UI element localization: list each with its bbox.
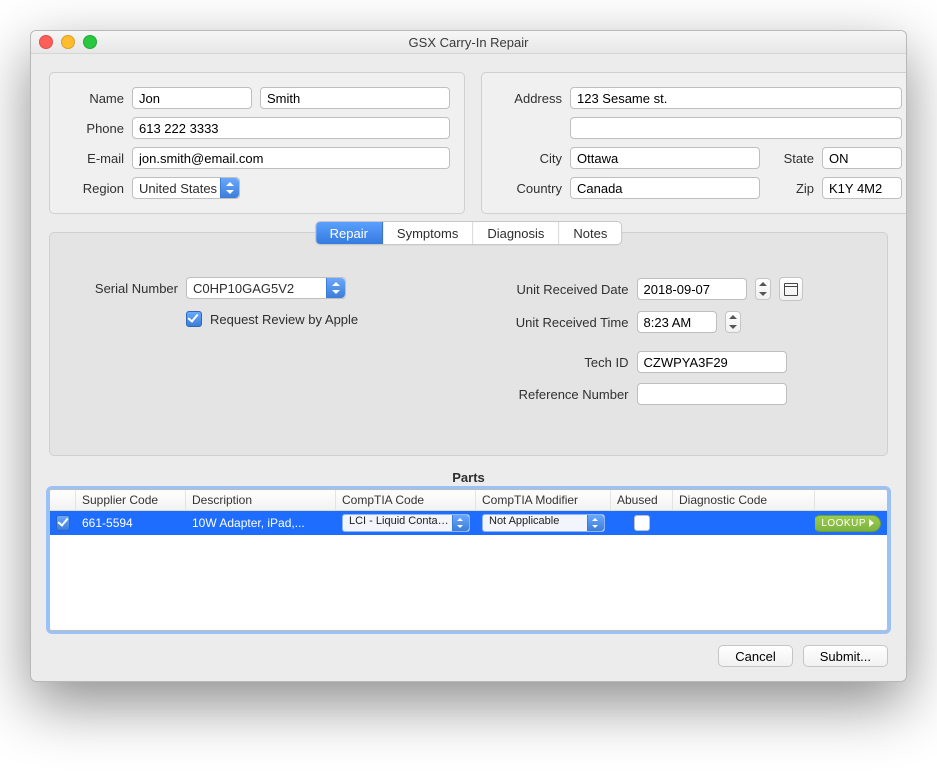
parts-title: Parts (49, 470, 888, 485)
email-field[interactable] (132, 147, 450, 169)
city-label: City (496, 151, 562, 166)
request-review-label: Request Review by Apple (210, 312, 358, 327)
email-label: E-mail (64, 151, 124, 166)
address-panel: Address City State Country Zip (481, 72, 907, 214)
cancel-button[interactable]: Cancel (718, 645, 792, 667)
lookup-button[interactable]: LOOKUP (815, 515, 881, 532)
chevron-updown-icon (591, 518, 601, 528)
serial-number-label: Serial Number (68, 281, 178, 296)
last-name-field[interactable] (260, 87, 450, 109)
reference-number-label: Reference Number (489, 387, 629, 402)
zoom-icon[interactable] (83, 35, 97, 49)
tab-diagnosis[interactable]: Diagnosis (473, 222, 559, 244)
chevron-updown-icon (331, 282, 341, 294)
reference-number-field[interactable] (637, 383, 787, 405)
col-check (50, 490, 76, 510)
country-label: Country (496, 181, 562, 196)
row-supplier-code: 661-5594 (76, 516, 186, 530)
col-abused[interactable]: Abused (611, 490, 673, 510)
minimize-icon[interactable] (61, 35, 75, 49)
customer-panel: Name Phone E-mail Region United States (49, 72, 465, 214)
region-value: United States (139, 181, 217, 196)
col-comptia-modifier[interactable]: CompTIA Modifier (476, 490, 611, 510)
parts-table[interactable]: Supplier Code Description CompTIA Code C… (49, 489, 888, 631)
serial-number-value: C0HP10GAG5V2 (193, 281, 294, 296)
tab-repair[interactable]: Repair (316, 222, 383, 244)
col-supplier-code[interactable]: Supplier Code (76, 490, 186, 510)
phone-label: Phone (64, 121, 124, 136)
region-label: Region (64, 181, 124, 196)
close-icon[interactable] (39, 35, 53, 49)
content: Name Phone E-mail Region United States (31, 54, 906, 681)
col-lookup (815, 490, 887, 510)
triangle-right-icon (869, 519, 874, 527)
address-line2-field[interactable] (570, 117, 902, 139)
chevron-updown-icon (225, 182, 235, 194)
state-label: State (768, 151, 814, 166)
unit-received-time-label: Unit Received Time (489, 315, 629, 330)
serial-number-select[interactable]: C0HP10GAG5V2 (186, 277, 346, 299)
tab-bar: Repair Symptoms Diagnosis Notes (315, 221, 623, 245)
footer: Cancel Submit... (49, 645, 888, 667)
date-stepper[interactable] (755, 278, 771, 300)
titlebar: GSX Carry-In Repair (31, 31, 906, 54)
repair-panel: Repair Symptoms Diagnosis Notes Serial N… (49, 232, 888, 456)
unit-received-time-field[interactable] (637, 311, 717, 333)
col-description[interactable]: Description (186, 490, 336, 510)
tab-notes[interactable]: Notes (559, 222, 621, 244)
tab-symptoms[interactable]: Symptoms (383, 222, 473, 244)
unit-received-date-label: Unit Received Date (489, 282, 629, 297)
row-comptia-code-select[interactable]: LCI - Liquid Contami... (342, 514, 470, 532)
calendar-button[interactable] (779, 277, 803, 301)
window-controls (39, 35, 97, 49)
country-field[interactable] (570, 177, 760, 199)
parts-header: Supplier Code Description CompTIA Code C… (50, 490, 887, 511)
first-name-field[interactable] (132, 87, 252, 109)
row-checkbox[interactable] (56, 515, 70, 531)
address-line1-field[interactable] (570, 87, 902, 109)
row-abused-checkbox[interactable] (634, 515, 650, 531)
col-diagnostic-code[interactable]: Diagnostic Code (673, 490, 815, 510)
request-review-checkbox[interactable] (186, 311, 202, 327)
address-label: Address (496, 91, 562, 106)
tech-id-field[interactable] (637, 351, 787, 373)
window-title: GSX Carry-In Repair (31, 35, 906, 50)
calendar-icon (784, 283, 798, 296)
col-comptia-code[interactable]: CompTIA Code (336, 490, 476, 510)
time-stepper[interactable] (725, 311, 741, 333)
zip-field[interactable] (822, 177, 902, 199)
name-label: Name (64, 91, 124, 106)
row-comptia-modifier-select[interactable]: Not Applicable (482, 514, 605, 532)
state-field[interactable] (822, 147, 902, 169)
submit-button[interactable]: Submit... (803, 645, 888, 667)
tech-id-label: Tech ID (489, 355, 629, 370)
city-field[interactable] (570, 147, 760, 169)
phone-field[interactable] (132, 117, 450, 139)
chevron-updown-icon (456, 518, 466, 528)
row-description: 10W Adapter, iPad,... (186, 516, 336, 530)
table-row[interactable]: 661-5594 10W Adapter, iPad,... LCI - Liq… (50, 511, 887, 535)
zip-label: Zip (768, 181, 814, 196)
unit-received-date-field[interactable] (637, 278, 747, 300)
region-select[interactable]: United States (132, 177, 240, 199)
window: GSX Carry-In Repair Name Phone E-mail (30, 30, 907, 682)
